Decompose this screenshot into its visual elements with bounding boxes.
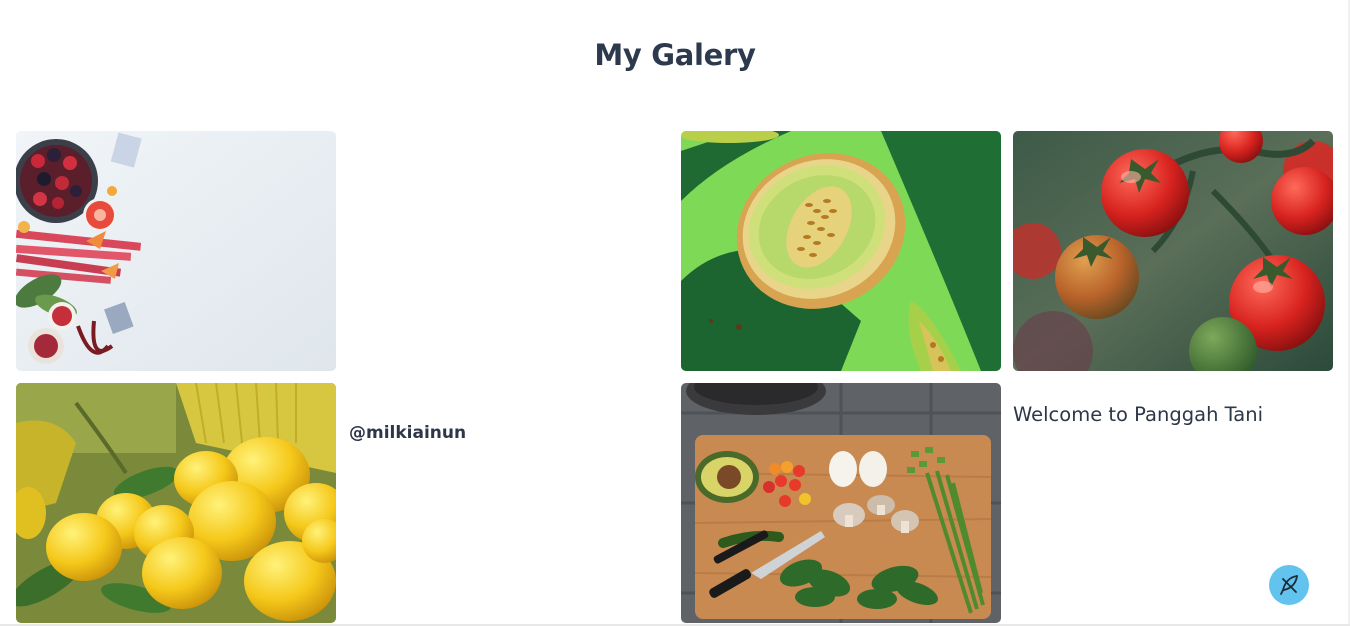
gallery-image-tomatoes[interactable] <box>1013 131 1333 371</box>
username-caption: @milkiainun <box>349 423 467 443</box>
feather-quill-icon <box>1280 575 1298 595</box>
page-title: My Galery <box>594 38 756 72</box>
welcome-caption: Welcome to Panggah Tani <box>1013 403 1264 426</box>
feather-quill-button[interactable] <box>1269 565 1309 605</box>
gallery-image-fruits[interactable] <box>16 131 336 371</box>
gallery-image-cutting-board[interactable] <box>681 383 1001 623</box>
gallery-image-lemons[interactable] <box>16 383 336 623</box>
gallery-image-melon[interactable] <box>681 131 1001 371</box>
